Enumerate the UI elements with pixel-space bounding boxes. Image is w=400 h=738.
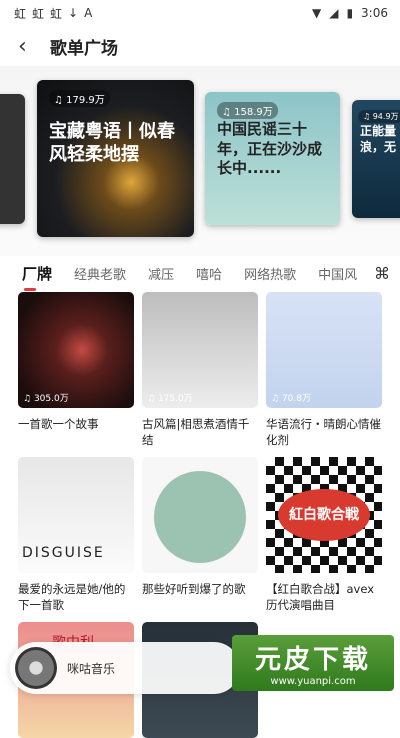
mini-player[interactable]: 咪咕音乐 [10, 642, 240, 694]
playlist-title[interactable]: 华语流行・晴朗心情催化剂 [266, 416, 382, 448]
watermark-url: www.yuanpi.com [270, 676, 356, 687]
status-bar: 虹 虹 虹 ↓ A ▼ ◢ ▮ 3:06 [0, 0, 400, 26]
playlist-cover[interactable]: ♫ 305.0万 [18, 292, 134, 408]
featured-carousel[interactable]: ♫ 179.9万 宝藏粤语丨似春风轻柔地摆 ♫ 158.9万 中国民谣三十年，正… [0, 66, 400, 256]
playlist-title[interactable]: 【红白歌合战】avex 历代演唱曲目 [266, 581, 382, 613]
tab-chinese-style[interactable]: 中国风 [318, 264, 357, 283]
playlist-cover[interactable]: ♫ 70.8万 [266, 292, 382, 408]
watermark-text: 元皮下载 [254, 645, 371, 675]
tab-relax[interactable]: 减压 [148, 264, 174, 283]
system-icons: ▼ ◢ ▮ 3:06 [312, 6, 388, 20]
play-count: ♫ 179.9万 [49, 90, 110, 107]
play-count: ♫ 94.9万 [358, 110, 400, 123]
playlist-title[interactable]: 最爱的永远是她/他的下一首歌 [18, 581, 134, 613]
signal-icon: ◢ [329, 6, 339, 20]
notification-icon: 虹 [50, 6, 63, 21]
playlist-tile[interactable]: ♫ 175.0万 古风篇|相思煮酒情千结 [142, 292, 258, 448]
playlist-tile[interactable]: ♫ 70.8万 华语流行・晴朗心情催化剂 [266, 292, 382, 448]
play-count: ♫ 305.0万 [23, 394, 69, 404]
playlist-cover[interactable]: ♫ 175.0万 [142, 292, 258, 408]
clock: 3:06 [361, 6, 388, 20]
playlist-tile[interactable]: 那些好听到爆了的歌 [142, 457, 258, 613]
playlist-cover[interactable]: DISGUISE [18, 457, 134, 573]
category-tabs: 厂牌 经典老歌 减压 嘻哈 网络热歌 中国风 ⌘ [0, 256, 400, 291]
play-count: ♫ 70.8万 [271, 394, 311, 404]
cover-text: DISGUISE [22, 545, 105, 561]
watermark-logo: 元皮下载 www.yuanpi.com [232, 635, 394, 691]
header: ‹ 歌单广场 [0, 26, 400, 66]
playlist-cover[interactable]: 紅白歌合戦 [266, 457, 382, 573]
notification-icon: 虹 [14, 6, 27, 21]
battery-icon: ▮ [346, 6, 354, 20]
download-icon: ↓ [68, 6, 79, 20]
wifi-icon: ▼ [311, 6, 322, 20]
page-title: 歌单广场 [50, 38, 118, 59]
carousel-card-title: 中国民谣三十年，正在沙沙成长中...... [217, 120, 323, 177]
notification-icon: 虹 [32, 6, 45, 21]
app-icon: A [84, 6, 93, 20]
cover-text: 紅白歌合戦 [278, 489, 370, 541]
tab-hot[interactable]: 网络热歌 [244, 264, 296, 283]
back-icon[interactable]: ‹ [18, 34, 42, 59]
carousel-card-title: 正能量浪，无 [360, 124, 397, 154]
playlist-title[interactable]: 一首歌一个故事 [18, 416, 134, 448]
playlist-title[interactable]: 那些好听到爆了的歌 [142, 581, 258, 613]
notification-icons: 虹 虹 虹 ↓ A [14, 5, 92, 22]
carousel-card-prev[interactable] [0, 94, 25, 224]
player-label: 咪咕音乐 [67, 661, 116, 676]
tab-classic[interactable]: 经典老歌 [74, 264, 126, 283]
album-disc-icon[interactable] [15, 647, 57, 689]
cover-art [154, 471, 246, 563]
carousel-card[interactable]: ♫ 94.9万 正能量浪，无 [352, 100, 400, 218]
grid-icon[interactable]: ⌘ [374, 264, 390, 283]
tab-hiphop[interactable]: 嘻哈 [196, 264, 222, 283]
tab-brand[interactable]: 厂牌 [22, 263, 52, 291]
playlist-cover[interactable] [142, 457, 258, 573]
carousel-card[interactable]: ♫ 179.9万 宝藏粤语丨似春风轻柔地摆 [37, 80, 194, 237]
playlist-title[interactable]: 古风篇|相思煮酒情千结 [142, 416, 258, 448]
playlist-tile[interactable]: DISGUISE 最爱的永远是她/他的下一首歌 [18, 457, 134, 613]
playlist-tile[interactable]: ♫ 305.0万 一首歌一个故事 [18, 292, 134, 448]
carousel-card[interactable]: ♫ 158.9万 中国民谣三十年，正在沙沙成长中...... [205, 92, 340, 225]
play-count: ♫ 175.0万 [147, 394, 193, 404]
play-count: ♫ 158.9万 [217, 102, 278, 119]
carousel-card-title: 宝藏粤语丨似春风轻柔地摆 [49, 121, 175, 166]
playlist-tile[interactable]: 紅白歌合戦 【红白歌合战】avex 历代演唱曲目 [266, 457, 382, 613]
